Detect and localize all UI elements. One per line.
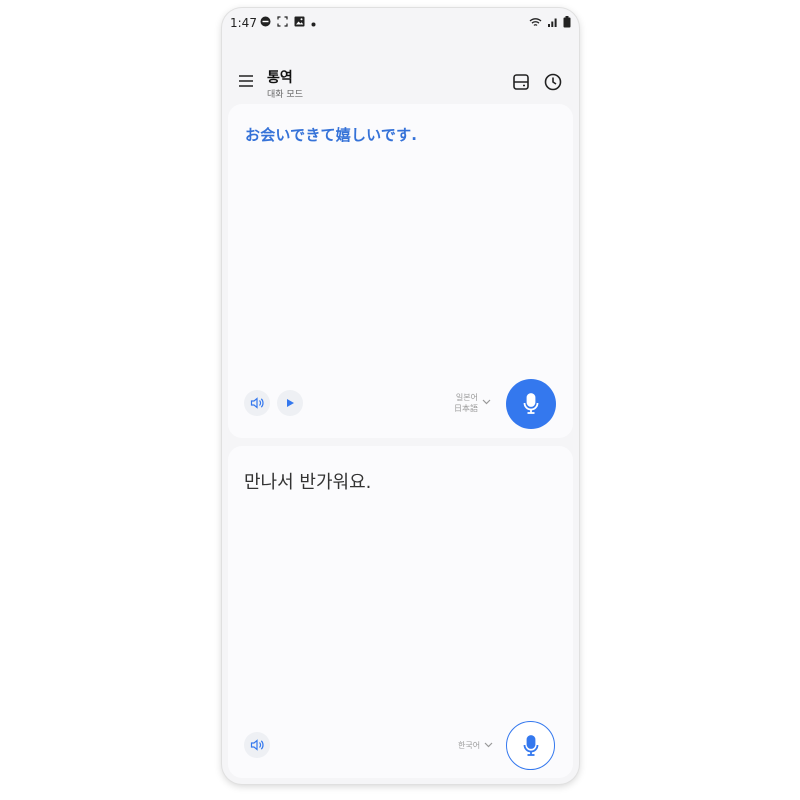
speaker-icon[interactable] <box>244 390 270 416</box>
language-label-korean-name: 일본어 <box>455 393 478 402</box>
phone-frame: 1:47 통역 대화 모드 お会いできて嬉しいです. 일본어 日本語 만나서 반… <box>222 8 579 784</box>
page-title: 통역 <box>267 70 293 86</box>
app-header: 통역 대화 모드 <box>222 58 579 108</box>
signal-icon <box>547 17 558 31</box>
language-label-korean: 한국어 <box>458 741 481 750</box>
translation-panel-top: お会いできて嬉しいです. 일본어 日本語 <box>228 104 573 438</box>
chevron-down-icon <box>484 741 493 751</box>
menu-icon[interactable] <box>236 71 256 91</box>
status-bar: 1:47 <box>222 8 579 38</box>
layout-toggle-icon[interactable] <box>510 71 532 93</box>
do-not-disturb-icon <box>260 16 271 30</box>
translated-text-japanese: お会いできて嬉しいです. <box>245 126 418 144</box>
translated-text-korean: 만나서 반가워요. <box>244 472 372 493</box>
speaker-icon[interactable] <box>244 732 270 758</box>
language-label-native-name: 日本語 <box>454 404 478 413</box>
language-selector-japanese[interactable]: 일본어 日本語 <box>454 392 491 414</box>
microphone-button-japanese[interactable] <box>506 379 556 429</box>
gallery-icon <box>294 16 305 30</box>
chevron-down-icon <box>482 398 491 408</box>
page-subtitle: 대화 모드 <box>267 90 303 100</box>
status-time: 1:47 <box>230 16 257 30</box>
language-selector-korean[interactable]: 한국어 <box>458 740 493 751</box>
dot-icon <box>311 16 316 30</box>
microphone-icon <box>523 734 538 756</box>
battery-icon <box>563 16 571 31</box>
wifi-icon <box>529 17 542 31</box>
microphone-icon <box>523 393 539 414</box>
history-icon[interactable] <box>542 71 564 93</box>
microphone-button-korean[interactable] <box>506 721 555 770</box>
translation-panel-bottom: 만나서 반가워요. 한국어 <box>228 446 573 778</box>
status-icons-right <box>529 16 571 31</box>
play-icon[interactable] <box>277 390 303 416</box>
screenshot-icon <box>277 16 288 30</box>
status-icons-left <box>260 16 316 30</box>
